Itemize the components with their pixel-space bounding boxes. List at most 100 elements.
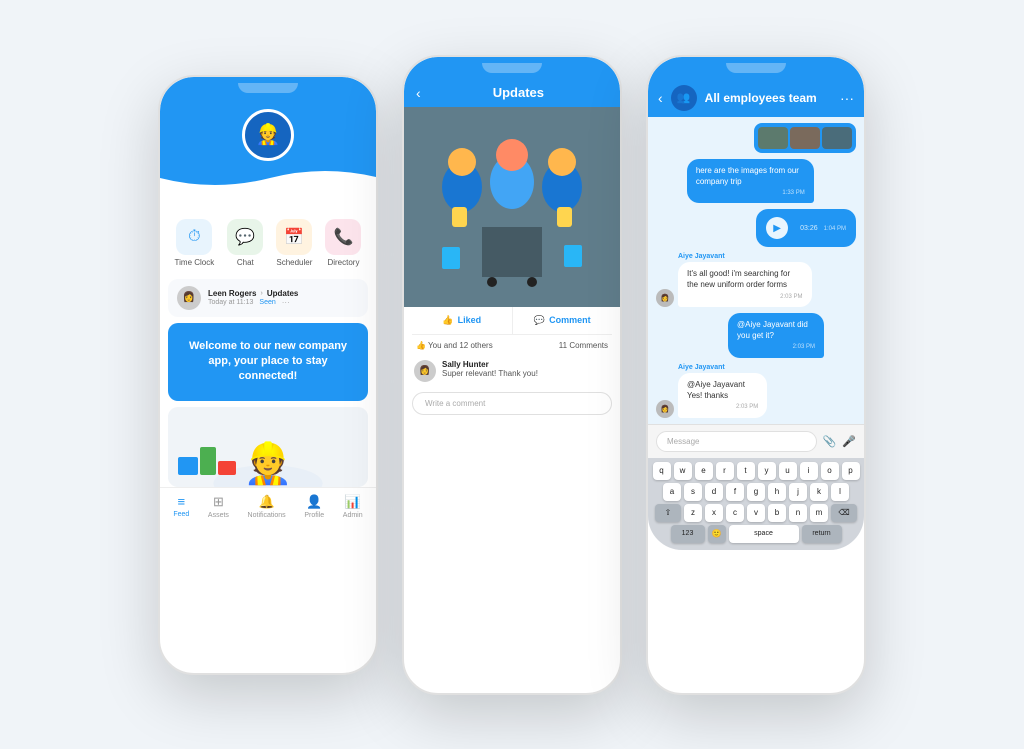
key-t[interactable]: t [737,462,755,480]
p1-nav-admin[interactable]: 📊 Admin [343,494,363,519]
p1-scheduler[interactable]: 📅 Scheduler [276,219,312,267]
feed-icon: ≡ [178,494,186,509]
aiye-name-2: Aiye Jayavant [678,364,797,371]
key-b[interactable]: b [768,504,786,522]
commenter-name: Sally Hunter [442,360,538,369]
notch [482,63,542,73]
kb-row-1: q w e r t y u i o p [651,462,861,480]
key-123[interactable]: 123 [671,525,705,543]
p3-back-button[interactable]: ‹ [658,90,663,106]
p3-image-message [754,123,856,153]
p2-back-button[interactable]: ‹ [416,85,421,101]
phone-3: ‹ 👥 All employees team ··· here are the … [646,55,866,695]
nav-notifications-label: Notifications [248,512,286,519]
aiye-avatar-2: 👩 [656,400,674,418]
key-i[interactable]: i [800,462,818,480]
key-u[interactable]: u [779,462,797,480]
timeclock-label: Time Clock [175,258,215,267]
p1-user-avatar: 👷 [242,109,294,161]
key-y[interactable]: y [758,462,776,480]
p1-nav-notifications[interactable]: 🔔 Notifications [248,494,286,519]
p2-liked-button[interactable]: 👍 Liked [412,307,512,334]
key-e[interactable]: e [695,462,713,480]
directory-icon: 📞 [325,219,361,255]
p2-likes-bar: 👍 You and 12 others 11 Comments [404,335,620,356]
notch [238,83,298,93]
key-n[interactable]: n [789,504,807,522]
chat-thumb-3 [822,127,852,149]
key-j[interactable]: j [789,483,807,501]
key-f[interactable]: f [726,483,744,501]
p1-feed-target: Updates [267,289,299,298]
p3-sent-message-2: @Aiye Jayavant did you get it? 2:03 PM [728,313,856,358]
key-p[interactable]: p [842,462,860,480]
notch [726,63,786,73]
key-m[interactable]: m [810,504,828,522]
kb-row-2: a s d f g h j k l [651,483,861,501]
liked-label: Liked [458,315,482,325]
p1-nav-feed[interactable]: ≡ Feed [173,494,189,519]
p3-audio-message[interactable]: ▶ 03:26 1:04 PM [756,209,856,247]
scene: 👷 ⏱ Time Clock 💬 Chat 📅 Scheduler [118,15,906,735]
key-z[interactable]: z [684,504,702,522]
audio-timestamp: 1:04 PM [824,226,846,232]
key-d[interactable]: d [705,483,723,501]
p1-nav-assets[interactable]: ⊞ Assets [208,494,229,519]
p1-feed-time: Today at 11:13 [208,299,253,306]
p1-timeclock[interactable]: ⏱ Time Clock [175,219,215,267]
p3-message-input[interactable]: Message [656,431,817,452]
admin-icon: 📊 [345,494,361,510]
key-v[interactable]: v [747,504,765,522]
attach-icon[interactable]: 📎 [823,435,837,448]
p2-action-bar: 👍 Liked 💬 Comment [412,307,612,335]
p1-feed-avatar: 👩 [177,286,201,310]
p1-feed-seen: Seen [259,299,275,306]
audio-play-button[interactable]: ▶ [766,217,788,239]
chat-label: Chat [237,258,254,267]
trip-time: 1:33 PM [696,189,805,197]
mic-icon[interactable]: 🎤 [842,435,856,448]
p2-comment-button[interactable]: 💬 Comment [512,307,613,334]
comment-icon: 💬 [534,315,545,326]
p2-title: Updates [429,85,608,100]
key-shift[interactable]: ⇧ [655,504,681,522]
key-r[interactable]: r [716,462,734,480]
p2-video-player[interactable]: ▶ [404,107,620,307]
nav-feed-label: Feed [173,511,189,518]
key-emoji[interactable]: 🙂 [708,525,726,543]
p1-nav-profile[interactable]: 👤 Profile [304,494,324,519]
key-delete[interactable]: ⌫ [831,504,857,522]
key-g[interactable]: g [747,483,765,501]
aiye-avatar-1: 👩 [656,289,674,307]
key-s[interactable]: s [684,483,702,501]
key-l[interactable]: l [831,483,849,501]
sent-bubble-2: @Aiye Jayavant did you get it? 2:03 PM [728,313,824,358]
kb-row-4: 123 🙂 space return [651,525,861,543]
key-w[interactable]: w [674,462,692,480]
p1-welcome-message: Welcome to our new company app, your pla… [168,323,368,401]
chat-thumb-1 [758,127,788,149]
key-o[interactable]: o [821,462,839,480]
phone-2: ‹ Updates [402,55,622,695]
p1-directory[interactable]: 📞 Directory [325,219,361,267]
p1-chat[interactable]: 💬 Chat [227,219,263,267]
nav-profile-label: Profile [304,512,324,519]
kb-row-3: ⇧ z x c v b n m ⌫ [651,504,861,522]
key-return[interactable]: return [802,525,842,543]
key-space[interactable]: space [729,525,799,543]
key-h[interactable]: h [768,483,786,501]
key-k[interactable]: k [810,483,828,501]
key-q[interactable]: q [653,462,671,480]
directory-label: Directory [327,258,359,267]
audio-duration: 03:26 [800,225,818,232]
key-a[interactable]: a [663,483,681,501]
timeclock-icon: ⏱ [176,219,212,255]
p1-worker-image: 👷 [168,407,368,487]
key-c[interactable]: c [726,504,744,522]
p1-feed-user: Leen Rogers [208,289,256,298]
p2-write-comment-input[interactable]: Write a comment [412,392,612,415]
p3-more-button[interactable]: ··· [840,90,854,106]
key-x[interactable]: x [705,504,723,522]
p1-feed-notification[interactable]: 👩 Leen Rogers › Updates Today at 11:13 S… [168,279,368,317]
p3-message-bar: Message 📎 🎤 [648,424,864,458]
